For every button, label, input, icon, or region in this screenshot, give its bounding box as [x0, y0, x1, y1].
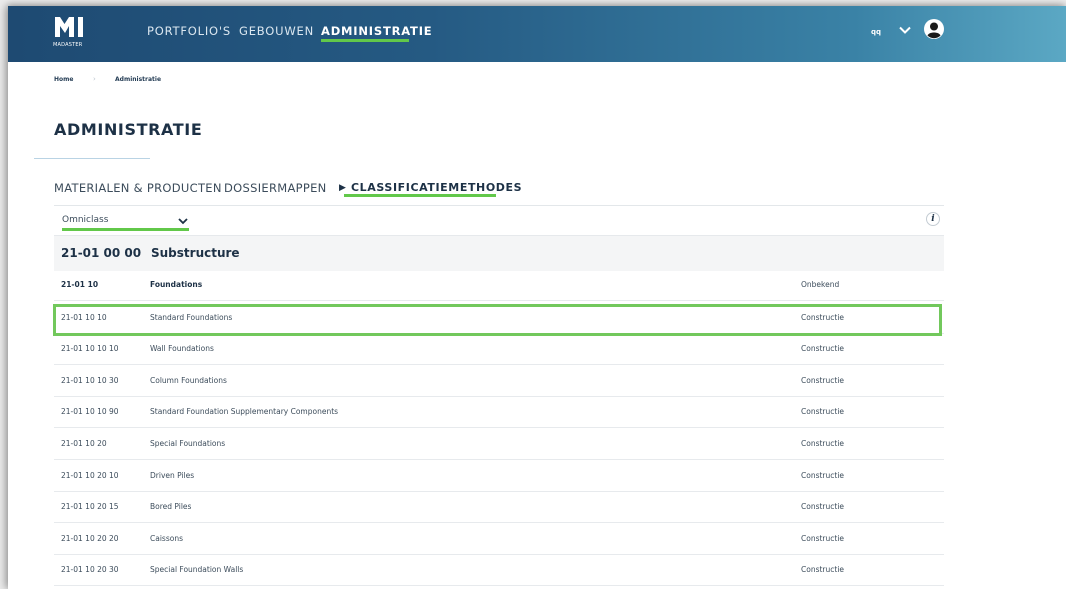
table-row[interactable]: 21-01 10 10 10 Wall Foundations Construc… — [54, 334, 944, 365]
table-row[interactable]: 21-01 10 20 Special Foundations Construc… — [54, 429, 944, 460]
row-code: 21-01 10 20 30 — [61, 565, 119, 574]
chevron-down-icon[interactable] — [898, 23, 912, 37]
group-code: 21-01 00 00 — [61, 246, 142, 260]
table-row[interactable]: 21-01 10 20 10 Driven Piles Constructie — [54, 461, 944, 492]
chevron-down-icon — [178, 218, 188, 225]
nav-gebouwen[interactable]: GEBOUWEN — [239, 24, 314, 38]
user-initials[interactable]: qq — [871, 28, 881, 36]
tabs-divider — [54, 205, 944, 206]
top-navigation-bar: MADASTER PORTFOLIO'S GEBOUWEN ADMINISTRA… — [8, 6, 1066, 62]
row-code: 21-01 10 20 10 — [61, 471, 119, 480]
row-name: Special Foundations — [150, 439, 226, 448]
row-code: 21-01 10 20 20 — [61, 534, 119, 543]
page-title: ADMINISTRATIE — [54, 120, 203, 139]
row-code: 21-01 10 10 — [61, 313, 107, 322]
active-tab-arrow-icon: ▶ — [339, 183, 346, 193]
classification-select-value: Omniclass — [62, 215, 109, 225]
nav-active-underline — [321, 39, 409, 42]
tab-active-underline — [344, 194, 496, 197]
table-row-selected[interactable]: 21-01 10 10 Standard Foundations Constru… — [54, 303, 944, 334]
row-code: 21-01 10 10 90 — [61, 407, 119, 416]
group-name: Substructure — [151, 246, 240, 260]
row-code: 21-01 10 10 10 — [61, 344, 119, 353]
info-icon[interactable]: i — [926, 212, 940, 226]
row-type: Constructie — [801, 344, 845, 353]
breadcrumb-separator-icon: › — [93, 75, 96, 83]
tab-dossiermappen[interactable]: DOSSIERMAPPEN — [224, 181, 327, 195]
row-type: Constructie — [801, 313, 845, 322]
row-name: Foundations — [150, 280, 203, 289]
table-row[interactable]: 21-01 10 Foundations Onbekend — [54, 270, 944, 301]
row-type: Onbekend — [801, 280, 840, 289]
row-type: Constructie — [801, 471, 845, 480]
row-name: Standard Foundations — [150, 313, 233, 322]
row-type: Constructie — [801, 502, 845, 511]
nav-administratie[interactable]: ADMINISTRATIE — [321, 24, 432, 38]
row-name: Standard Foundation Supplementary Compon… — [150, 407, 339, 416]
row-type: Constructie — [801, 565, 845, 574]
table-row[interactable]: 21-01 10 10 30 Column Foundations Constr… — [54, 366, 944, 397]
row-code: 21-01 10 10 30 — [61, 376, 119, 385]
row-name: Special Foundation Walls — [150, 565, 244, 574]
user-avatar-icon[interactable] — [923, 18, 945, 40]
row-type: Constructie — [801, 439, 845, 448]
row-type: Constructie — [801, 376, 845, 385]
row-type: Constructie — [801, 407, 845, 416]
madaster-logo[interactable]: MADASTER — [52, 15, 92, 51]
row-code: 21-01 10 20 15 — [61, 502, 119, 511]
row-code: 21-01 10 20 — [61, 439, 107, 448]
table-row[interactable]: 21-01 10 20 15 Bored Piles Constructie — [54, 492, 944, 523]
table-row[interactable]: 21-01 10 20 30 Special Foundation Walls … — [54, 555, 944, 586]
group-header: 21-01 00 00 Substructure — [54, 235, 944, 271]
row-name: Driven Piles — [150, 471, 195, 480]
row-name: Bored Piles — [150, 502, 192, 511]
row-type: Constructie — [801, 534, 845, 543]
nav-portfolios[interactable]: PORTFOLIO'S — [147, 24, 231, 38]
breadcrumb-home[interactable]: Home — [54, 76, 73, 83]
select-active-underline — [62, 228, 189, 231]
tab-classificatiemethodes[interactable]: CLASSIFICATIEMETHODES — [351, 181, 522, 194]
table-row[interactable]: 21-01 10 10 90 Standard Foundation Suppl… — [54, 397, 944, 428]
row-name: Wall Foundations — [150, 344, 214, 353]
row-code: 21-01 10 — [61, 280, 99, 289]
title-divider — [34, 158, 150, 159]
table-row[interactable]: 21-01 10 20 20 Caissons Constructie — [54, 524, 944, 555]
logo-text: MADASTER — [53, 42, 83, 48]
row-name: Column Foundations — [150, 376, 227, 385]
tab-materialen-producten[interactable]: MATERIALEN & PRODUCTEN — [54, 181, 222, 195]
row-name: Caissons — [150, 534, 183, 543]
app-window: MADASTER PORTFOLIO'S GEBOUWEN ADMINISTRA… — [8, 6, 1066, 589]
breadcrumb-current: Administratie — [115, 76, 162, 83]
